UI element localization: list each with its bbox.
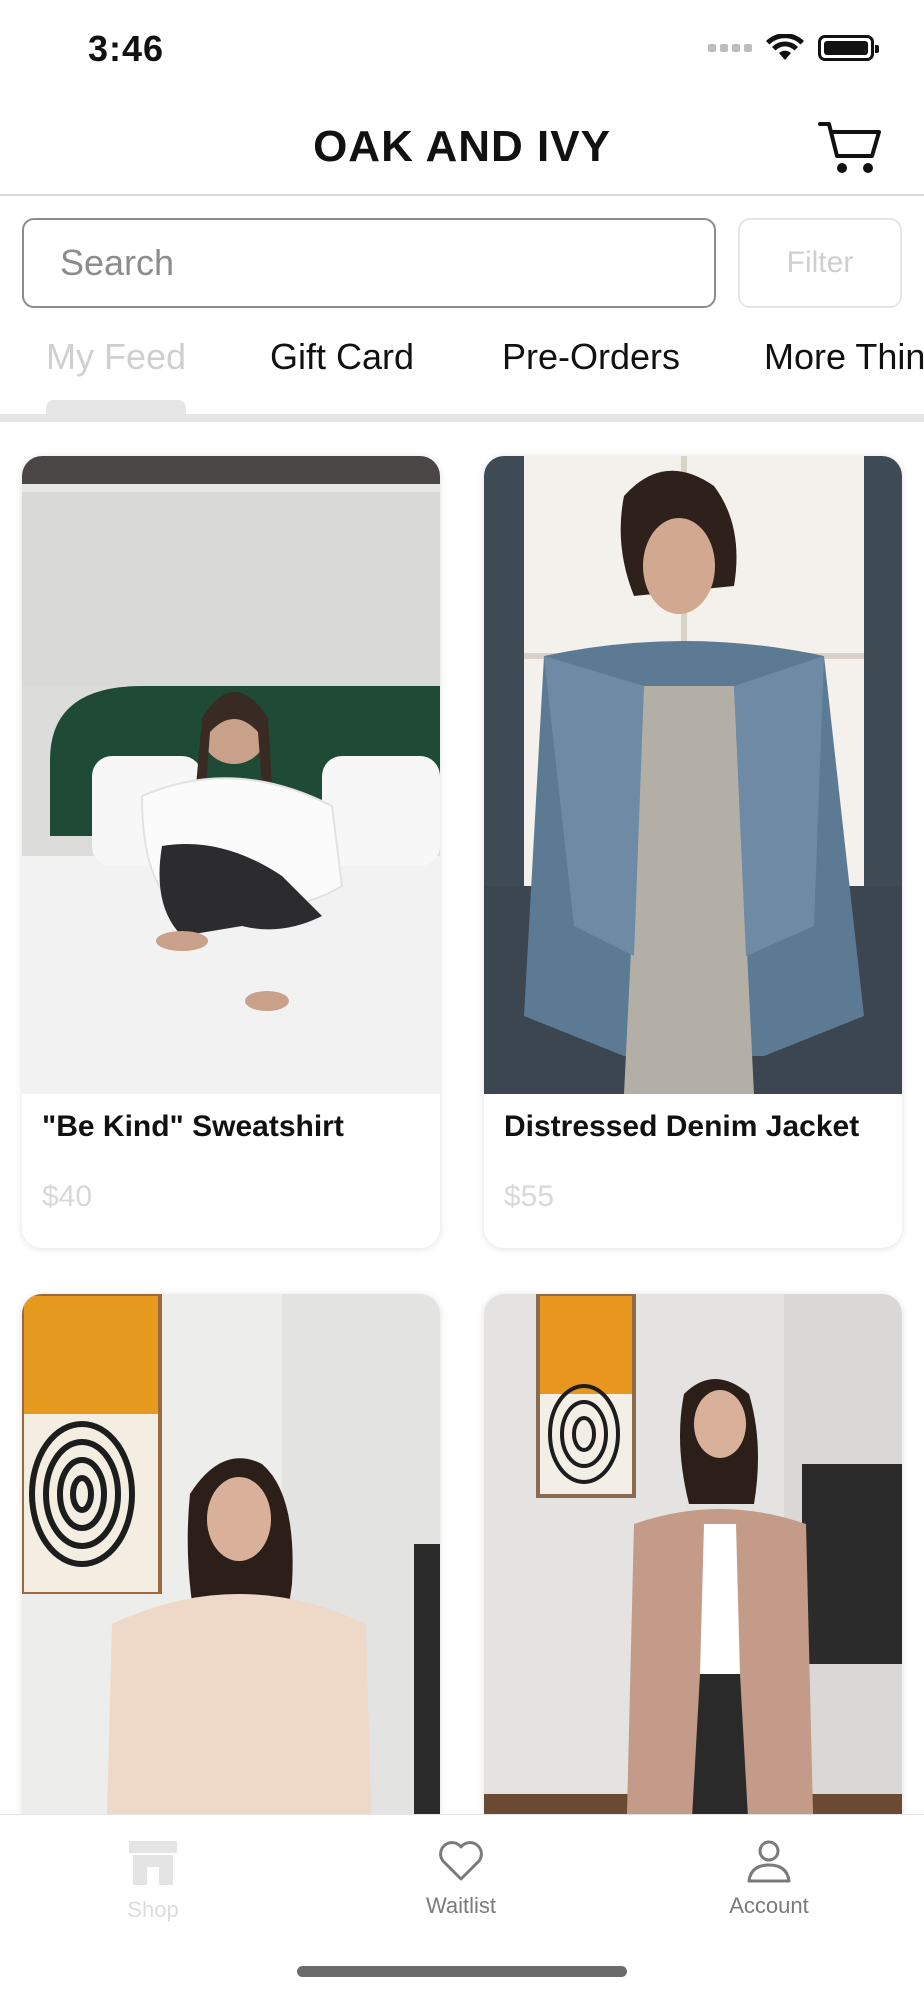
- nav-shop[interactable]: Shop: [53, 1839, 253, 1923]
- product-image: [22, 1294, 440, 1894]
- wifi-icon: [766, 34, 804, 60]
- product-image: [22, 456, 440, 1094]
- tab-gift-card[interactable]: Gift Card: [270, 336, 414, 378]
- nav-shop-label: Shop: [127, 1897, 179, 1922]
- product-price: $40: [42, 1180, 93, 1213]
- status-icons: [708, 34, 879, 62]
- store-title: OAK AND IVY: [313, 122, 611, 171]
- tab-pre-orders[interactable]: Pre-Orders: [502, 336, 680, 378]
- active-tab-indicator: [46, 400, 186, 414]
- person-icon: [747, 1840, 791, 1883]
- status-time: 3:46: [88, 28, 165, 69]
- search-row: Filter: [0, 218, 924, 308]
- app-header: OAK AND IVY: [0, 100, 924, 196]
- status-bar: 3:46: [0, 0, 924, 100]
- product-image: [484, 456, 902, 1094]
- product-name: Distressed Denim Jacket: [504, 1110, 860, 1143]
- product-name: "Be Kind" Sweatshirt: [42, 1110, 344, 1143]
- category-tabs: My Feed Gift Card Pre-Orders More Thin: [0, 318, 924, 422]
- storefront-icon: [129, 1841, 177, 1885]
- product-card[interactable]: "Be Kind" Sweatshirt $40: [22, 456, 440, 1248]
- nav-account[interactable]: Account: [669, 1839, 869, 1919]
- product-card[interactable]: [484, 1294, 902, 1894]
- product-image: [484, 1294, 902, 1894]
- cellular-signal-icon: [708, 44, 752, 52]
- product-card[interactable]: [22, 1294, 440, 1894]
- search-input[interactable]: [22, 218, 716, 308]
- nav-account-label: Account: [729, 1893, 809, 1918]
- tab-my-feed[interactable]: My Feed: [46, 336, 186, 378]
- cart-icon[interactable]: [818, 118, 882, 178]
- product-card[interactable]: Distressed Denim Jacket $55: [484, 456, 902, 1248]
- battery-icon: [818, 35, 879, 61]
- product-price: $55: [504, 1180, 555, 1213]
- heart-icon: [439, 1841, 483, 1881]
- nav-waitlist[interactable]: Waitlist: [361, 1839, 561, 1919]
- tab-more-things[interactable]: More Thin: [764, 336, 924, 378]
- nav-waitlist-label: Waitlist: [425, 1893, 497, 1918]
- filter-button[interactable]: Filter: [738, 218, 902, 308]
- home-indicator: [297, 1966, 627, 1977]
